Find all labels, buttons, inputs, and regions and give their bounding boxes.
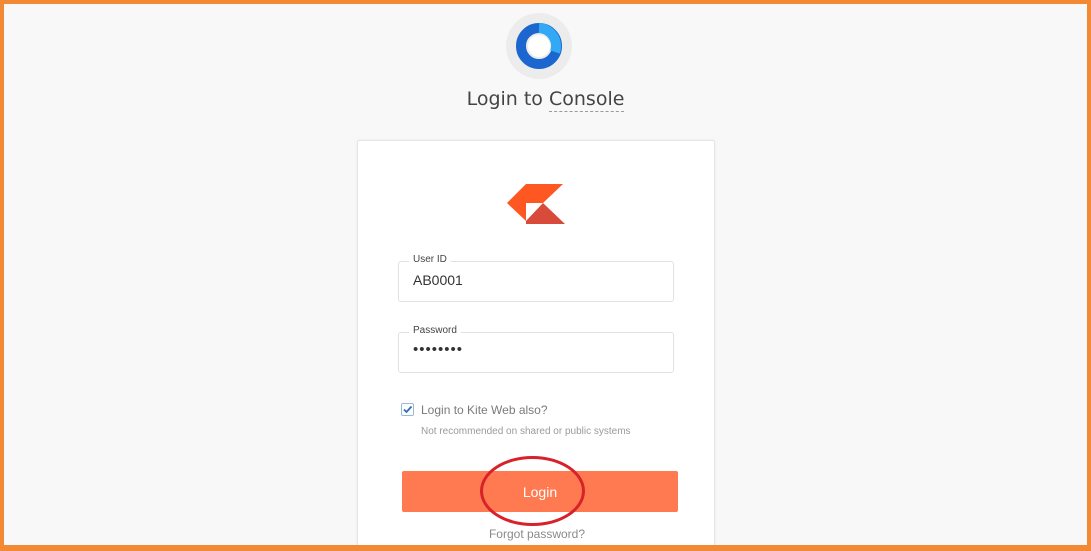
console-ring-logo-icon	[516, 23, 562, 69]
password-label: Password	[409, 325, 461, 336]
page-title-console: Console	[548, 88, 625, 112]
password-field[interactable]: Password	[398, 325, 674, 373]
login-card: User ID Password Login to Kite Web also?…	[357, 140, 716, 545]
user-id-input[interactable]	[413, 272, 663, 288]
kite-web-checkbox-label[interactable]: Login to Kite Web also?	[421, 403, 548, 417]
user-id-label: User ID	[409, 254, 451, 265]
kite-web-hint: Not recommended on shared or public syst…	[421, 426, 631, 437]
login-button[interactable]: Login	[402, 471, 678, 512]
page-title: Login to Console	[4, 88, 1087, 112]
password-input[interactable]	[413, 341, 663, 358]
screenshot-frame: Login to Console User ID Password Login …	[0, 0, 1091, 551]
page-title-prefix: Login to	[466, 88, 549, 110]
forgot-password-link[interactable]: Forgot password?	[358, 527, 716, 541]
console-logo	[506, 13, 572, 79]
kite-web-checkbox[interactable]	[401, 403, 414, 416]
checkmark-icon	[403, 405, 413, 414]
kite-logo-icon	[507, 184, 565, 224]
user-id-field[interactable]: User ID	[398, 254, 674, 302]
